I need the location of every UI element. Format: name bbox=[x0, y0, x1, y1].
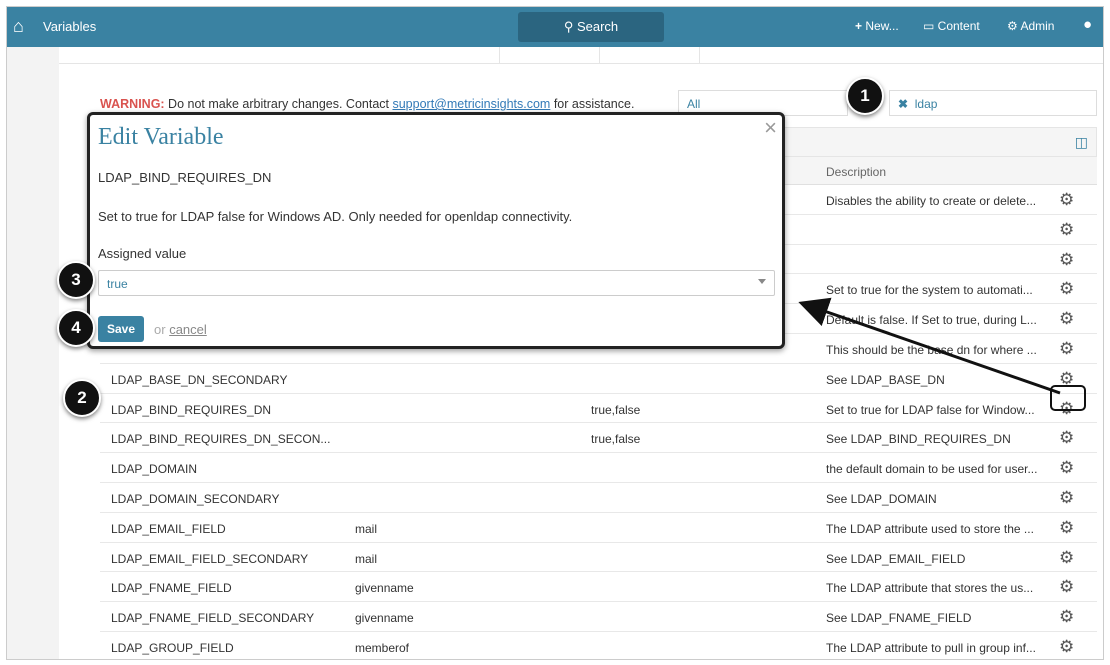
callout-badge-4: 4 bbox=[57, 309, 95, 347]
callout-arrow bbox=[798, 297, 1061, 395]
callout-badge-1: 1 bbox=[846, 77, 884, 115]
callout-badge-3: 3 bbox=[57, 261, 95, 299]
callout-badge-2: 2 bbox=[63, 379, 101, 417]
